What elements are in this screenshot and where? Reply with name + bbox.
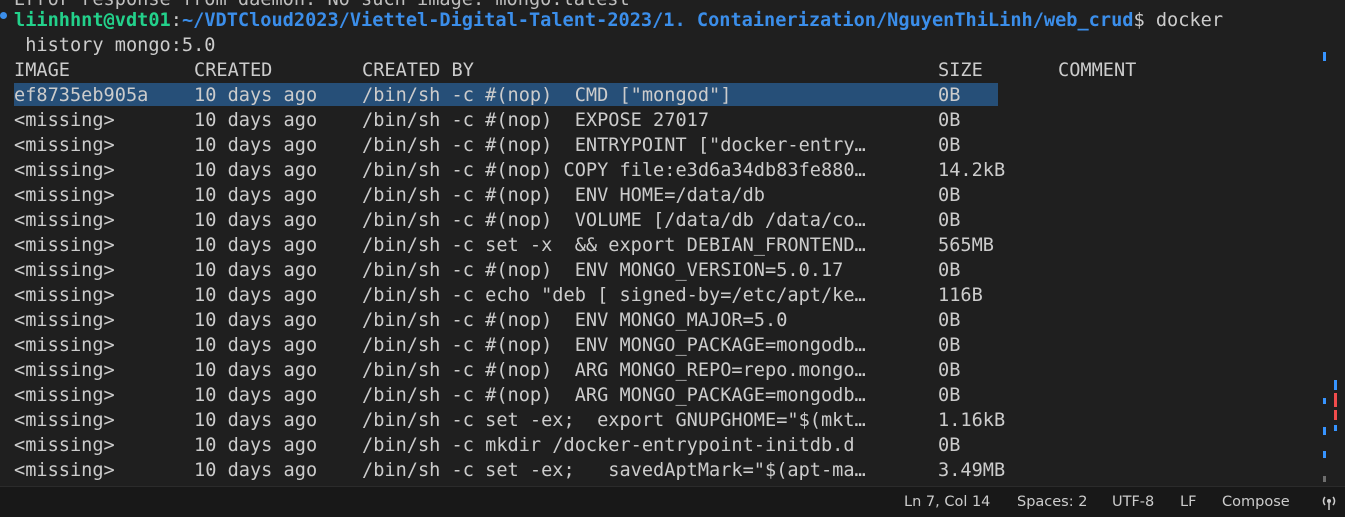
cell-image: <missing> [14, 310, 115, 331]
line-ending-setting[interactable]: LF [1180, 487, 1196, 517]
scroll-mark [1323, 427, 1326, 435]
prompt-command: $ docker [1133, 10, 1224, 31]
cell-created-by: /bin/sh -c mkdir /docker-entrypoint-init… [362, 435, 855, 456]
scroll-mark [1323, 476, 1326, 482]
scroll-mark [1323, 398, 1326, 404]
cell-size: 1.16kB [938, 410, 1006, 431]
prompt-path: ~/VDTCloud2023/Viettel-Digital-Talent-20… [181, 10, 1134, 31]
cell-image: <missing> [14, 110, 115, 131]
cell-size: 0B [938, 435, 961, 456]
cell-created: 10 days ago [194, 235, 318, 256]
cell-created-by: /bin/sh -c #(nop) ENV MONGO_VERSION=5.0.… [362, 260, 844, 281]
scroll-mark [1334, 425, 1337, 431]
cell-size: 116B [938, 285, 983, 306]
encoding-setting[interactable]: UTF-8 [1112, 487, 1154, 517]
cell-created: 10 days ago [194, 360, 318, 381]
header-size: SIZE [938, 60, 983, 81]
cell-image: <missing> [14, 135, 115, 156]
cell-created: 10 days ago [194, 460, 318, 481]
cell-created-by: /bin/sh -c #(nop) ENV MONGO_MAJOR=5.0 [362, 310, 788, 331]
cell-created: 10 days ago [194, 385, 318, 406]
cell-size: 3.49MB [938, 460, 1006, 481]
cell-created-by: /bin/sh -c #(nop) COPY file:e3d6a34db83f… [362, 160, 866, 181]
indentation-setting[interactable]: Spaces: 2 [1017, 487, 1087, 517]
cell-size: 0B [938, 85, 961, 106]
cell-created-by: /bin/sh -c set -ex; savedAptMark="$(apt-… [362, 460, 866, 481]
cell-image: ef8735eb905a [14, 85, 149, 106]
cell-created: 10 days ago [194, 310, 318, 331]
cell-size: 0B [938, 110, 961, 131]
cell-size: 565MB [938, 235, 994, 256]
cell-created-by: /bin/sh -c echo "deb [ signed-by=/etc/ap… [362, 285, 866, 306]
cell-size: 0B [938, 385, 961, 406]
cell-created-by: /bin/sh -c set -x && export DEBIAN_FRONT… [362, 235, 866, 256]
cell-created: 10 days ago [194, 160, 318, 181]
cell-created-by: /bin/sh -c #(nop) EXPOSE 27017 [362, 110, 710, 131]
cell-created-by: /bin/sh -c #(nop) ENV HOME=/data/db [362, 185, 765, 206]
cell-image: <missing> [14, 285, 115, 306]
cell-created-by: /bin/sh -c #(nop) ENTRYPOINT ["docker-en… [362, 135, 866, 156]
header-created-by: CREATED BY [362, 60, 474, 81]
header-image: IMAGE [14, 60, 70, 81]
terminal-panel[interactable]: Error response from daemon: No such imag… [0, 0, 1322, 486]
cell-created: 10 days ago [194, 260, 318, 281]
table-header: IMAGE CREATED CREATED BY SIZE COMMENT [14, 58, 1136, 83]
header-comment: COMMENT [1058, 60, 1137, 81]
cell-created-by: /bin/sh -c #(nop) ARG MONGO_PACKAGE=mong… [362, 385, 866, 406]
language-mode[interactable]: Compose [1222, 487, 1290, 517]
command-decoration-icon[interactable] [0, 12, 7, 19]
terminal-scrollbar[interactable] [1322, 0, 1345, 486]
cell-image: <missing> [14, 360, 115, 381]
cell-image: <missing> [14, 335, 115, 356]
cell-image: <missing> [14, 260, 115, 281]
cursor-position[interactable]: Ln 7, Col 14 [904, 487, 990, 517]
cell-size: 14.2kB [938, 160, 1006, 181]
cell-created: 10 days ago [194, 185, 318, 206]
cell-created-by: /bin/sh -c #(nop) VOLUME [/data/db /data… [362, 210, 866, 231]
cell-image: <missing> [14, 410, 115, 431]
cell-image: <missing> [14, 185, 115, 206]
cell-created: 10 days ago [194, 410, 318, 431]
scroll-mark [1334, 410, 1337, 420]
scroll-mark [1323, 451, 1326, 458]
cell-created-by: /bin/sh -c #(nop) ARG MONGO_REPO=repo.mo… [362, 360, 866, 381]
cell-image: <missing> [14, 160, 115, 181]
cell-created: 10 days ago [194, 435, 318, 456]
broadcast-icon[interactable] [1320, 493, 1338, 511]
cell-image: <missing> [14, 385, 115, 406]
cell-size: 0B [938, 260, 961, 281]
cell-size: 0B [938, 210, 961, 231]
cell-image: <missing> [14, 460, 115, 481]
prompt-user-host: liinhhnt@vdt01 [14, 10, 171, 31]
command-continuation: history mongo:5.0 [14, 35, 216, 56]
cell-created: 10 days ago [194, 85, 318, 106]
scroll-mark [1334, 393, 1337, 407]
cell-created: 10 days ago [194, 285, 318, 306]
cell-image: <missing> [14, 435, 115, 456]
prompt-line: liinhhnt@vdt01:~/VDTCloud2023/Viettel-Di… [14, 8, 1223, 33]
scroll-mark [1334, 380, 1337, 390]
cell-created: 10 days ago [194, 110, 318, 131]
cell-created-by: /bin/sh -c set -ex; export GNUPGHOME="$(… [362, 410, 866, 431]
cell-size: 0B [938, 135, 961, 156]
cell-size: 0B [938, 310, 961, 331]
cell-created-by: /bin/sh -c #(nop) ENV MONGO_PACKAGE=mong… [362, 335, 866, 356]
cell-created-by: /bin/sh -c #(nop) CMD ["mongod"] [362, 85, 732, 106]
scroll-mark [1323, 52, 1326, 61]
header-created: CREATED [194, 60, 273, 81]
status-bar: Ln 7, Col 14 Spaces: 2 UTF-8 LF Compose [0, 486, 1345, 517]
cell-created: 10 days ago [194, 335, 318, 356]
cell-created: 10 days ago [194, 135, 318, 156]
cell-image: <missing> [14, 235, 115, 256]
cell-size: 0B [938, 360, 961, 381]
prompt-colon: : [170, 10, 182, 31]
cell-size: 0B [938, 335, 961, 356]
cell-image: <missing> [14, 210, 115, 231]
cell-created: 10 days ago [194, 210, 318, 231]
cell-size: 0B [938, 185, 961, 206]
